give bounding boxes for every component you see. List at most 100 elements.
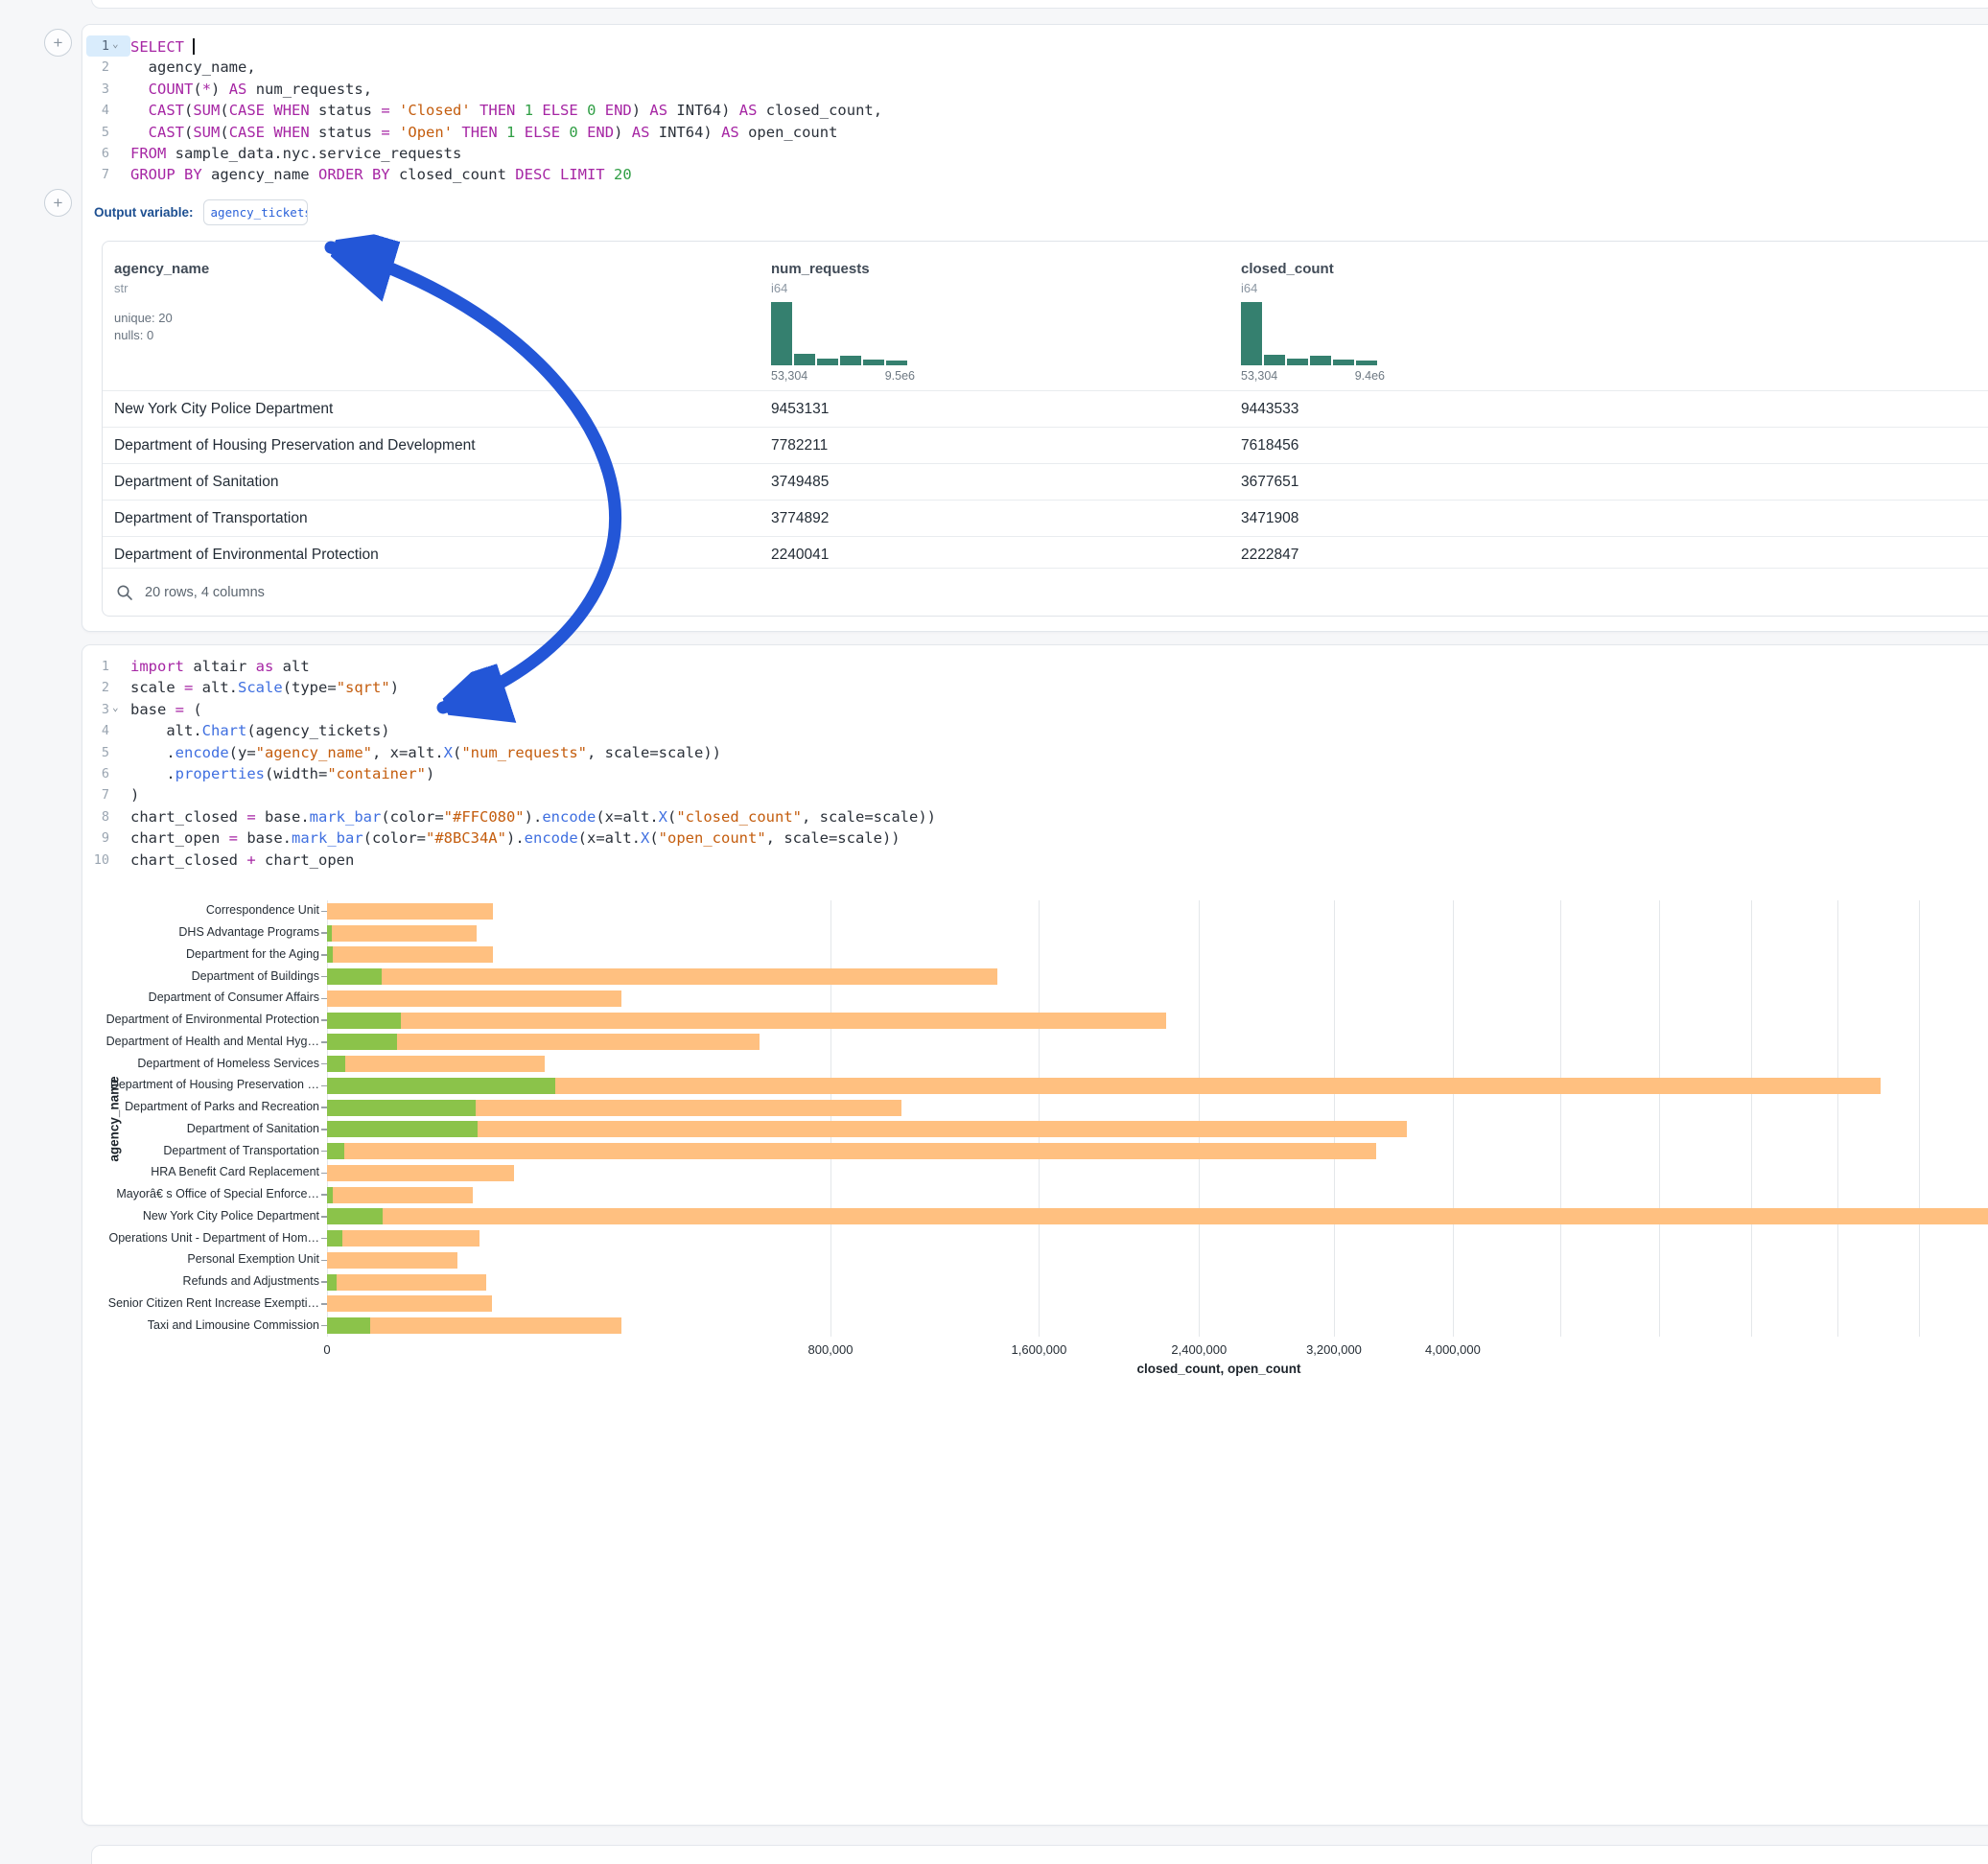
code-token: ) bbox=[614, 124, 632, 141]
hist-max-label: 9.5e6 bbox=[885, 369, 915, 383]
code-token: END bbox=[605, 102, 632, 119]
line-number-gutter: 3 bbox=[86, 79, 130, 100]
gridline bbox=[1199, 900, 1200, 1337]
code-token: FROM bbox=[130, 145, 166, 162]
y-axis-tick bbox=[321, 1107, 327, 1108]
code-text: FROM sample_data.nyc.service_requests bbox=[130, 143, 461, 164]
histogram-axis-labels: 53,304 9.5e6 bbox=[771, 369, 915, 383]
code-token: * bbox=[202, 81, 211, 98]
x-axis-label: 1,600,000 bbox=[1012, 1342, 1067, 1357]
bar-open bbox=[327, 968, 382, 985]
table-row: Department of Sanitation37494853677651 bbox=[103, 463, 1988, 500]
code-token: 0 bbox=[569, 124, 577, 141]
bar-closed bbox=[327, 1013, 1166, 1029]
y-axis-label: Operations Unit - Department of Hom… bbox=[104, 1231, 319, 1245]
line-number: 5 bbox=[102, 122, 109, 143]
bar-closed bbox=[327, 903, 493, 920]
sql-code-editor[interactable]: 1⌄SELECT 2 agency_name,3 COUNT(*) AS num… bbox=[86, 35, 1985, 186]
y-axis-label: Department of Parks and Recreation bbox=[104, 1100, 319, 1113]
table-cell: New York City Police Department bbox=[103, 401, 760, 418]
table-row: Department of Housing Preservation and D… bbox=[103, 427, 1988, 463]
code-token bbox=[390, 102, 399, 119]
y-axis-label: Department of Buildings bbox=[104, 969, 319, 983]
gridline bbox=[1751, 900, 1752, 1337]
hist-min-label: 53,304 bbox=[771, 369, 807, 383]
fold-chevron-icon[interactable]: ⌄ bbox=[112, 34, 123, 55]
previous-cell-edge bbox=[91, 0, 1988, 9]
y-axis-tick bbox=[321, 1173, 327, 1175]
code-token bbox=[533, 102, 542, 119]
table-cell: 3677651 bbox=[1229, 474, 1988, 491]
code-token: ( bbox=[220, 102, 228, 119]
table-cell: 3471908 bbox=[1229, 510, 1988, 527]
bar-open bbox=[327, 1143, 344, 1159]
y-axis-label: Taxi and Limousine Commission bbox=[104, 1318, 319, 1332]
code-token: AS bbox=[229, 81, 247, 98]
code-text: SELECT bbox=[130, 35, 195, 57]
y-axis-tick bbox=[321, 1303, 327, 1305]
histogram-bar bbox=[1310, 356, 1331, 365]
histogram-bar bbox=[794, 354, 815, 365]
search-icon[interactable] bbox=[116, 584, 133, 601]
code-line: 4 CAST(SUM(CASE WHEN status = 'Closed' T… bbox=[86, 100, 1985, 121]
code-token bbox=[560, 124, 569, 141]
bar-closed bbox=[327, 990, 621, 1007]
bar-closed bbox=[327, 1252, 457, 1269]
code-token: status bbox=[310, 124, 382, 141]
table-cell: Department of Environmental Protection bbox=[103, 547, 760, 564]
y-axis-tick bbox=[321, 1238, 327, 1240]
code-token: ( bbox=[193, 81, 201, 98]
table-cell: 9443533 bbox=[1229, 401, 1988, 418]
gridline bbox=[830, 900, 831, 1337]
code-token: COUNT bbox=[149, 81, 194, 98]
code-token: 'Open' bbox=[399, 124, 453, 141]
y-axis-tick bbox=[321, 1216, 327, 1218]
histogram-bar bbox=[840, 356, 861, 365]
gridline bbox=[1659, 900, 1660, 1337]
table-cell: 2240041 bbox=[760, 547, 1229, 564]
table-footer: 20 rows, 4 columns bbox=[103, 568, 1988, 617]
code-token: = bbox=[381, 102, 389, 119]
column-name: num_requests bbox=[771, 261, 1229, 277]
code-token: SUM bbox=[193, 102, 220, 119]
add-cell-button-middle[interactable]: + bbox=[44, 189, 72, 217]
y-axis-label: Mayorâ€ s Office of Special Enforce… bbox=[104, 1187, 319, 1200]
x-axis-label: 800,000 bbox=[808, 1342, 854, 1357]
output-variable-label: Output variable: bbox=[94, 205, 194, 220]
bar-open bbox=[327, 1121, 478, 1137]
column-name: closed_count bbox=[1241, 261, 1988, 277]
y-axis-label: Department of Housing Preservation … bbox=[104, 1078, 319, 1091]
code-text: COUNT(*) AS num_requests, bbox=[130, 79, 372, 100]
output-variable-chip[interactable]: agency_tickets bbox=[203, 199, 308, 225]
code-token: AS bbox=[721, 124, 739, 141]
line-number-gutter: 7 bbox=[86, 164, 130, 185]
code-token bbox=[130, 124, 149, 141]
histogram bbox=[1241, 302, 1385, 365]
code-line: 2 agency_name, bbox=[86, 57, 1985, 78]
code-token: THEN bbox=[461, 124, 497, 141]
plus-icon: + bbox=[54, 195, 63, 211]
plus-icon: + bbox=[54, 35, 63, 51]
line-number: 7 bbox=[102, 164, 109, 185]
gridline bbox=[1919, 900, 1920, 1337]
code-token bbox=[515, 102, 524, 119]
code-token: ELSE bbox=[525, 124, 560, 141]
bar-open bbox=[327, 1208, 383, 1224]
histogram-bar bbox=[1287, 359, 1308, 365]
table-cell: 3749485 bbox=[760, 474, 1229, 491]
bar-closed bbox=[327, 1230, 479, 1247]
add-cell-button-top[interactable]: + bbox=[44, 29, 72, 57]
table-cell: 2222847 bbox=[1229, 547, 1988, 564]
python-cell: 1import altair as alt2scale = alt.Scale(… bbox=[82, 644, 1988, 1826]
code-token: ELSE bbox=[542, 102, 577, 119]
bar-open bbox=[327, 1317, 370, 1334]
y-axis-tick bbox=[321, 1151, 327, 1153]
y-axis-label: Senior Citizen Rent Increase Exempti… bbox=[104, 1296, 319, 1310]
table-cell: Department of Housing Preservation and D… bbox=[103, 437, 760, 454]
histogram-bar bbox=[817, 359, 838, 365]
column-meta-line: unique: 20 bbox=[114, 310, 760, 327]
table-row-count: 20 rows, 4 columns bbox=[145, 585, 265, 600]
line-number-gutter: 5 bbox=[86, 122, 130, 143]
x-axis-label: 0 bbox=[323, 1342, 330, 1357]
histogram bbox=[771, 302, 915, 365]
